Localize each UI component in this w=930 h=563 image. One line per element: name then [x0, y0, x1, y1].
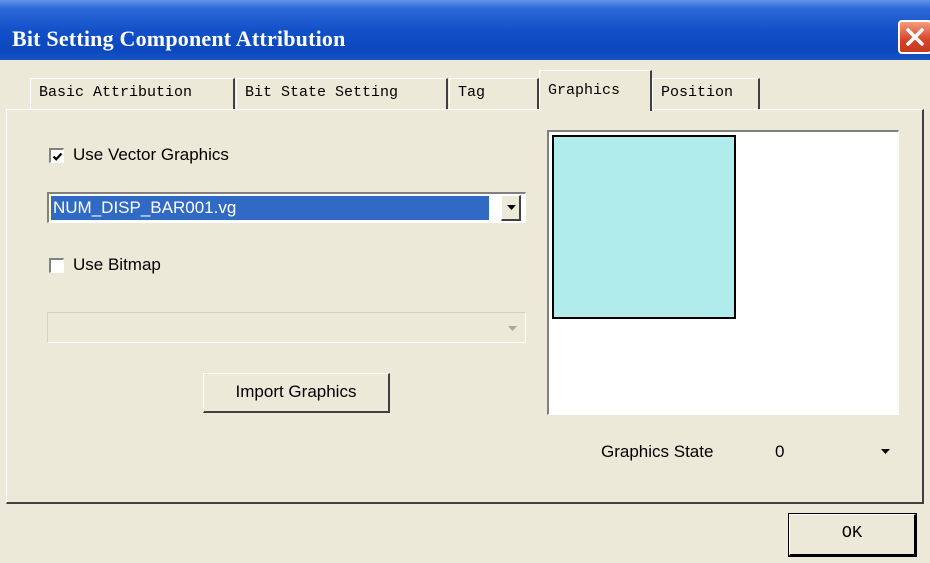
tab-basic-attribution[interactable]: Basic Attribution [30, 78, 235, 110]
vector-shape-preview [552, 135, 736, 319]
graphics-state-value: 0 [775, 442, 785, 461]
graphics-state-label: Graphics State [601, 442, 714, 461]
close-icon [906, 28, 924, 46]
tab-label: Position [661, 84, 734, 101]
ok-label: OK [841, 524, 863, 543]
use-vector-checkbox[interactable] [49, 148, 64, 163]
import-graphics-label: Import Graphics [235, 382, 357, 401]
tab-label: Graphics [548, 82, 621, 99]
tab-tag[interactable]: Tag [449, 78, 539, 110]
bitmap-file-select[interactable] [47, 312, 526, 343]
tab-label: Tag [458, 84, 486, 101]
use-vector-label: Use Vector Graphics [73, 145, 229, 164]
ok-button[interactable]: OK [788, 513, 917, 557]
dialog-window: Bit Setting Component Attribution Basic … [0, 0, 930, 563]
tab-label: Basic Attribution [39, 84, 193, 101]
tab-position[interactable]: Position [652, 78, 760, 110]
import-graphics-button[interactable]: Import Graphics [203, 373, 390, 413]
graphics-tab-page: Use Vector Graphics NUM_DISP_BAR001.vg U… [6, 109, 924, 504]
checkmark-icon [52, 152, 63, 161]
tab-graphics[interactable]: Graphics [539, 70, 652, 111]
window-title: Bit Setting Component Attribution [12, 26, 346, 51]
chevron-down-icon [507, 205, 516, 210]
tab-bit-state-setting[interactable]: Bit State Setting [236, 78, 448, 110]
use-bitmap-label: Use Bitmap [73, 255, 161, 274]
graphics-preview [547, 130, 899, 415]
use-bitmap-checkbox[interactable] [49, 258, 64, 273]
close-button[interactable] [898, 20, 930, 54]
graphics-state-select[interactable]: 0 [767, 435, 897, 469]
tab-strip: Basic Attribution Bit State Setting Tag … [0, 70, 930, 111]
vector-file-value: NUM_DISP_BAR001.vg [50, 195, 490, 221]
chevron-down-icon [508, 326, 517, 331]
chevron-down-icon [881, 449, 890, 454]
vector-file-select[interactable]: NUM_DISP_BAR001.vg [47, 192, 526, 223]
vector-file-dropdown-button[interactable] [501, 195, 521, 221]
title-bar: Bit Setting Component Attribution [0, 0, 930, 60]
tab-label: Bit State Setting [245, 84, 399, 101]
